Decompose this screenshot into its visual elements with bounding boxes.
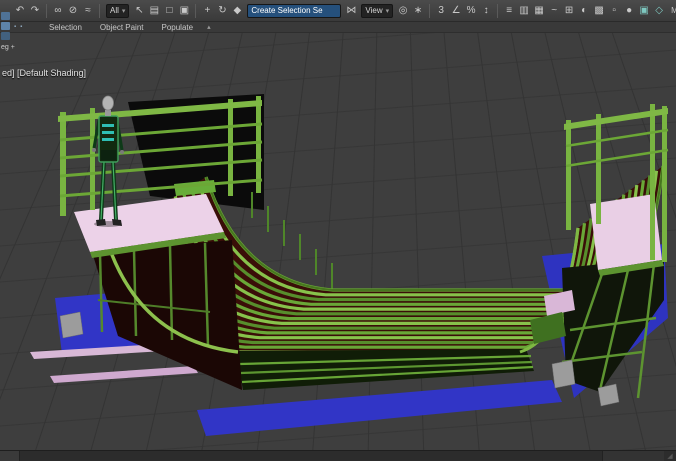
chevron-down-icon: ▾ xyxy=(385,7,390,15)
ribbon-tab-bar: ▪ ▪ Selection Object Paint Populate ▴ xyxy=(0,22,676,33)
status-bar: ◢ xyxy=(0,450,676,461)
select-by-name-icon[interactable]: ▤ xyxy=(147,3,161,19)
render-icon[interactable]: ● xyxy=(622,3,636,19)
toolbar-separator xyxy=(99,3,100,18)
toolbar-separator xyxy=(195,3,197,18)
render-setup-icon[interactable]: ▩ xyxy=(592,3,606,19)
application-window: ↶ ↷ ∞ ⊘ ≈ All ▾ ↖ ▤ □ ▣ + ↻ ◆ Create Sel… xyxy=(0,0,676,461)
angle-snap-icon[interactable]: ∠ xyxy=(449,3,463,19)
window-crossing-icon[interactable]: ▣ xyxy=(177,3,191,19)
toolbar-separator xyxy=(46,3,47,18)
status-bar-prompt-area xyxy=(20,451,602,461)
select-and-scale-icon[interactable]: ◆ xyxy=(230,3,244,19)
left-dock: eg + xyxy=(1,12,15,51)
rendered-frame-icon[interactable]: ▫ xyxy=(607,3,621,19)
schematic-view-icon[interactable]: ⊞ xyxy=(562,3,576,19)
ribbon-pin-icon[interactable]: ▪ xyxy=(14,24,16,30)
left-dock-icon-1[interactable] xyxy=(1,12,10,20)
named-selection-sets-field[interactable]: Create Selection Se xyxy=(247,3,342,18)
ribbon-toggle-icon[interactable]: ▦ xyxy=(532,3,546,19)
select-and-rotate-icon[interactable]: ↻ xyxy=(215,3,229,19)
viewport-canvas[interactable] xyxy=(0,0,676,461)
chevron-down-icon: ▾ xyxy=(121,7,126,15)
tab-object-paint[interactable]: Object Paint xyxy=(91,22,153,33)
curve-editor-icon[interactable]: ~ xyxy=(547,3,561,19)
main-toolbar: ↶ ↷ ∞ ⊘ ≈ All ▾ ↖ ▤ □ ▣ + ↻ ◆ Create Sel… xyxy=(0,0,676,22)
selection-filter-value: All xyxy=(110,6,119,15)
snap-toggle-icon[interactable]: 3 xyxy=(434,3,448,19)
base-block-left[interactable] xyxy=(59,311,84,339)
unlink-selection-icon[interactable]: ⊘ xyxy=(66,3,80,19)
workspace-icon[interactable]: ▣ xyxy=(637,3,651,19)
select-object-icon[interactable]: ↖ xyxy=(132,3,146,19)
rectangular-selection-icon[interactable]: □ xyxy=(162,3,176,19)
left-dock-icon-3[interactable] xyxy=(1,32,10,40)
resize-grip-icon[interactable]: ◢ xyxy=(664,451,676,461)
select-and-move-icon[interactable]: + xyxy=(200,3,214,19)
ribbon-minimize-icon[interactable]: ▴ xyxy=(202,23,216,31)
toolbar-separator xyxy=(429,3,431,18)
status-bar-left-segment[interactable] xyxy=(0,451,20,461)
redo-icon[interactable]: ↷ xyxy=(28,3,42,19)
tab-selection[interactable]: Selection xyxy=(40,22,91,33)
ribbon-config-icon[interactable]: ▪ xyxy=(20,24,22,30)
plugin-label: Max Tbx 2.0 xyxy=(671,6,676,15)
left-dock-icon-2[interactable] xyxy=(1,22,10,30)
bind-to-space-warp-icon[interactable]: ≈ xyxy=(81,3,95,19)
toolbar-right-cluster: ▣ ◇ Max Tbx 2.0 ▾ ● xyxy=(637,3,676,19)
reference-coordinate-value: View xyxy=(365,6,383,15)
percent-snap-icon[interactable]: % xyxy=(464,3,478,19)
use-pivot-point-icon[interactable]: ◎ xyxy=(396,3,410,19)
status-bar-right-segment xyxy=(602,451,664,461)
toolbar-separator xyxy=(497,3,499,18)
undo-icon[interactable]: ↶ xyxy=(13,3,27,19)
utilities-icon[interactable]: ◇ xyxy=(652,3,666,19)
tab-populate[interactable]: Populate xyxy=(153,22,203,33)
mirror-icon[interactable]: ⋈ xyxy=(344,3,358,19)
named-selection-sets-value: Create Selection Se xyxy=(251,6,323,15)
select-and-manipulate-icon[interactable]: ∗ xyxy=(411,3,425,19)
selection-filter-dropdown[interactable]: All ▾ xyxy=(106,3,130,18)
select-and-link-icon[interactable]: ∞ xyxy=(51,3,65,19)
left-dock-label: eg + xyxy=(1,44,15,51)
material-editor-icon[interactable]: ◐ xyxy=(577,3,591,19)
viewport-shading-label[interactable]: ed] [Default Shading] xyxy=(2,68,86,78)
reference-coordinate-dropdown[interactable]: View ▾ xyxy=(361,3,394,18)
spinner-snap-icon[interactable]: ↕ xyxy=(479,3,493,19)
layer-manager-icon[interactable]: ▥ xyxy=(517,3,531,19)
align-icon[interactable]: ≡ xyxy=(502,3,516,19)
